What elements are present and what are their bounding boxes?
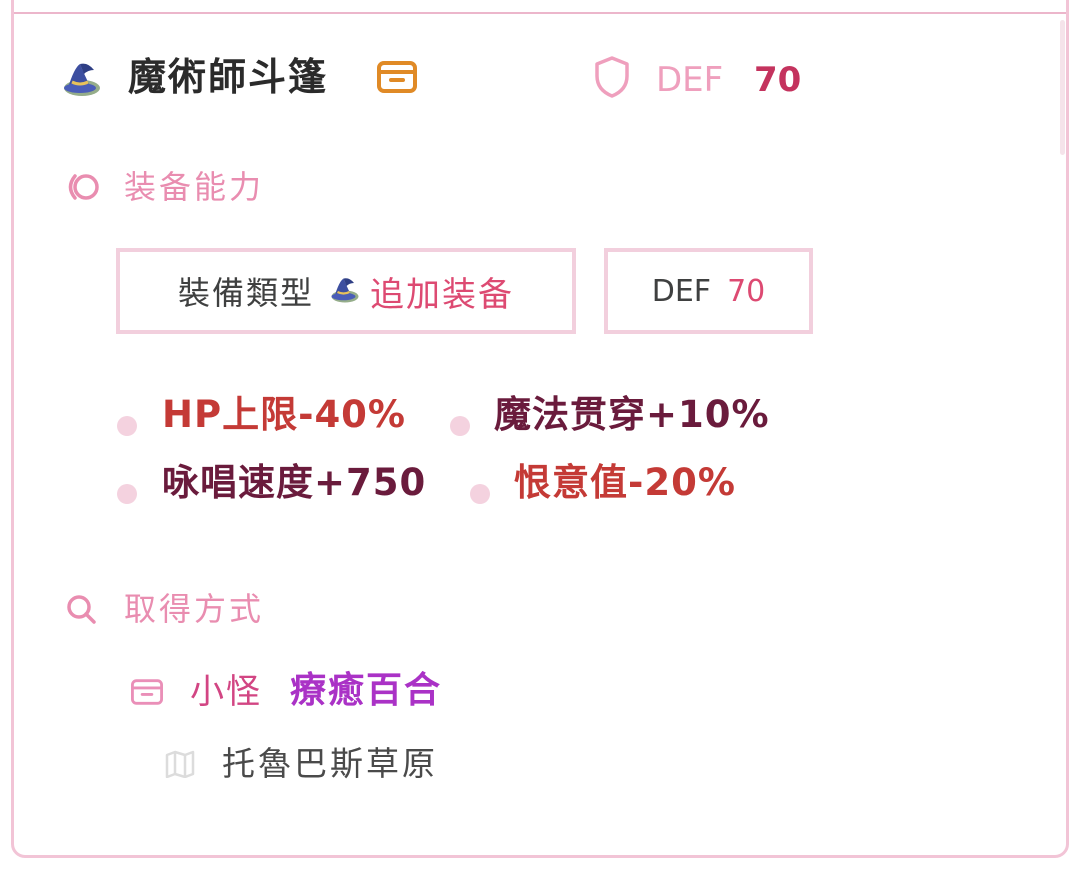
source-kind: 小怪 xyxy=(190,672,262,712)
drop-box-icon xyxy=(376,60,418,98)
location-name[interactable]: 托魯巴斯草原 xyxy=(222,742,438,786)
stat-item: HP上限-40% xyxy=(162,393,407,436)
def-chip-value: 70 xyxy=(727,273,766,309)
map-icon xyxy=(164,750,196,782)
bullet-dot xyxy=(450,416,470,436)
drop-box-icon xyxy=(130,678,164,710)
equip-type-value: 追加装备 xyxy=(370,274,514,315)
shield-icon xyxy=(592,54,632,104)
def-label: DEF xyxy=(656,60,724,100)
search-icon xyxy=(64,592,98,630)
abilities-title: 装备能力 xyxy=(124,168,265,206)
wizard-hat-icon xyxy=(328,274,362,308)
def-chip: DEF 70 xyxy=(604,248,813,334)
monster-name-link[interactable]: 療癒百合 xyxy=(290,668,442,714)
acquisition-title: 取得方式 xyxy=(124,590,265,628)
divider xyxy=(14,12,1066,14)
bullet-dot xyxy=(470,484,490,504)
stat-item: 恨意值-20% xyxy=(514,461,736,504)
def-chip-label: DEF xyxy=(651,273,712,309)
swirl-icon xyxy=(64,170,102,208)
bullet-dot xyxy=(117,416,137,436)
wizard-hat-icon xyxy=(60,58,104,102)
stat-item: 咏唱速度+750 xyxy=(162,461,427,504)
item-name: 魔術師斗篷 xyxy=(128,55,329,99)
equip-type-label: 裝備類型 xyxy=(177,274,314,312)
scrollbar-thumb[interactable] xyxy=(1060,20,1065,155)
bullet-dot xyxy=(117,484,137,504)
stat-item: 魔法贯穿+10% xyxy=(494,393,770,436)
def-value: 70 xyxy=(754,60,802,100)
equip-type-chip: 裝備類型 追加装备 xyxy=(116,248,576,334)
